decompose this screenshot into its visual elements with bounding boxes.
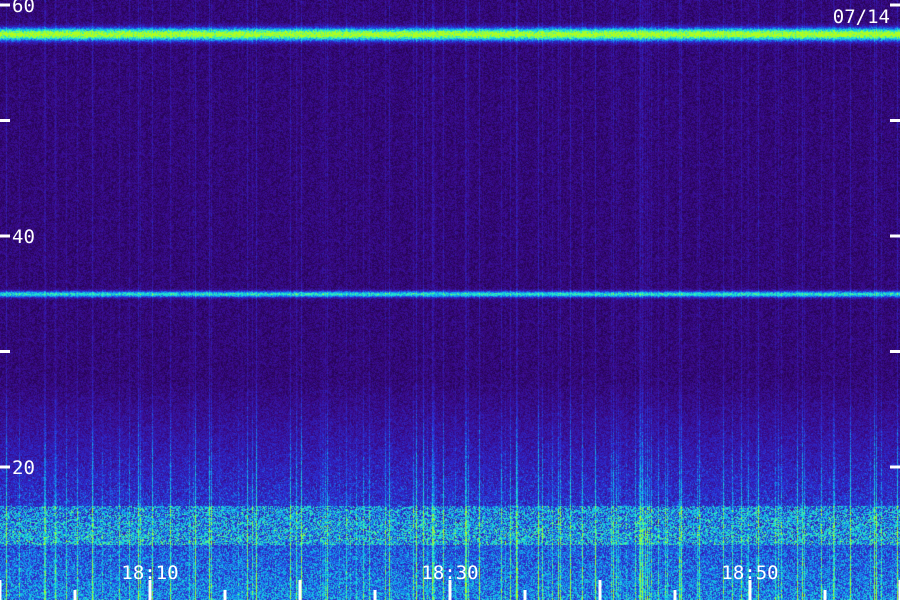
y-tick-label: 60 [12, 0, 35, 17]
y-tick-label: 40 [12, 226, 35, 248]
x-axis: 18:10 18:30 18:50 [0, 562, 900, 600]
x-tick-label: 18:50 [721, 562, 778, 584]
date-label: 07/14 [833, 6, 890, 28]
y-tick-label: 20 [12, 457, 35, 479]
x-tick-label: 18:10 [121, 562, 178, 584]
y-axis-left: 60 40 20 [0, 0, 35, 479]
chart-overlay: 60 40 20 18:10 18:30 18:50 07/14 [0, 0, 900, 600]
y-axis-right [890, 3, 900, 469]
x-tick-label: 18:30 [421, 562, 478, 584]
